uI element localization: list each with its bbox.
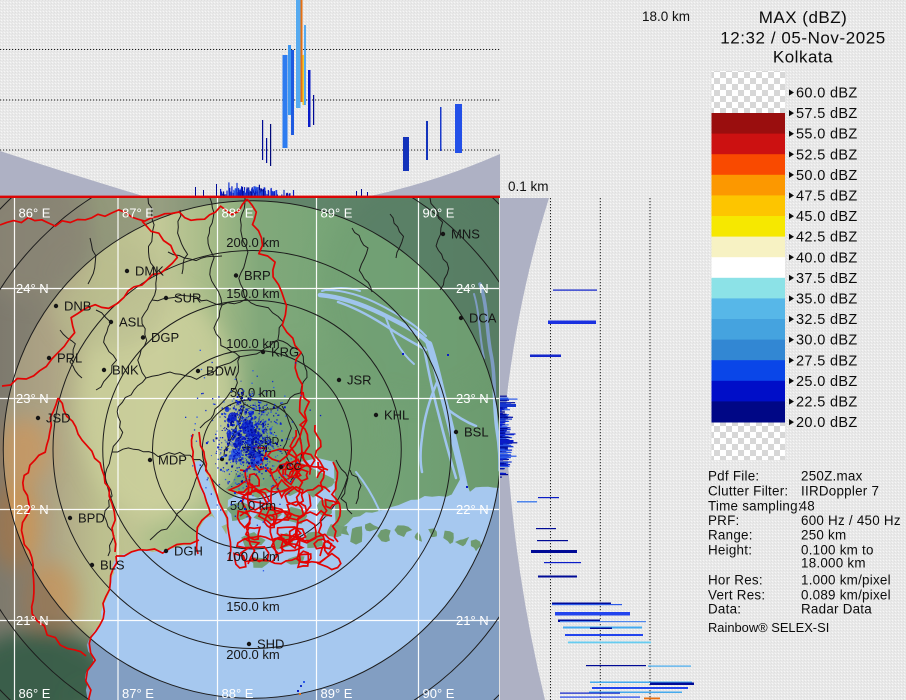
svg-text:MAX (dBZ): MAX (dBZ): [759, 8, 848, 27]
svg-text:JSD: JSD: [46, 411, 71, 426]
svg-text:30.0 dBZ: 30.0 dBZ: [796, 333, 858, 349]
svg-text:21° N: 21° N: [16, 613, 49, 628]
svg-text:Pdf File:: Pdf File:: [708, 468, 759, 483]
svg-text:SUR: SUR: [174, 291, 201, 306]
svg-text:1.000 km/pixel: 1.000 km/pixel: [801, 572, 891, 587]
svg-text:45.0 dBZ: 45.0 dBZ: [796, 209, 858, 225]
svg-text:CC: CC: [286, 461, 302, 473]
svg-text:DGH: DGH: [174, 544, 203, 559]
svg-text:89° E: 89° E: [321, 206, 353, 221]
svg-text:35.0 dBZ: 35.0 dBZ: [796, 292, 858, 308]
svg-text:24° N: 24° N: [456, 281, 489, 296]
svg-text:BPD: BPD: [78, 511, 105, 526]
svg-text:PRL: PRL: [57, 351, 82, 366]
svg-text:47.5 dBZ: 47.5 dBZ: [796, 189, 858, 205]
svg-text:90° E: 90° E: [423, 686, 455, 700]
svg-text:50.0 dBZ: 50.0 dBZ: [796, 168, 858, 184]
svg-text:55.0 dBZ: 55.0 dBZ: [796, 127, 858, 143]
svg-text:200.0 km: 200.0 km: [226, 235, 279, 250]
svg-text:BDW: BDW: [206, 364, 237, 379]
svg-text:DGP: DGP: [151, 330, 179, 345]
svg-text:24° N: 24° N: [16, 281, 49, 296]
svg-text:60.0 dBZ: 60.0 dBZ: [796, 86, 858, 102]
svg-text:Kolkata: Kolkata: [773, 48, 833, 67]
svg-text:22.5 dBZ: 22.5 dBZ: [796, 395, 858, 411]
svg-text:MDP: MDP: [158, 453, 187, 468]
svg-text:88° E: 88° E: [222, 686, 254, 700]
svg-text:BLS: BLS: [100, 558, 125, 573]
svg-text:JSR: JSR: [347, 373, 372, 388]
svg-text:150.0 km: 150.0 km: [226, 286, 279, 301]
svg-text:90° E: 90° E: [423, 206, 455, 221]
svg-text:SHD: SHD: [257, 637, 284, 652]
svg-text:20.0 dBZ: 20.0 dBZ: [796, 415, 858, 431]
svg-text:89° E: 89° E: [321, 686, 353, 700]
svg-text:23° N: 23° N: [16, 391, 49, 406]
svg-text:MNS: MNS: [451, 227, 480, 242]
svg-text:87° E: 87° E: [122, 686, 154, 700]
svg-text:100.0 km: 100.0 km: [226, 549, 279, 564]
svg-text:22° N: 22° N: [16, 502, 49, 517]
svg-text:22° N: 22° N: [456, 502, 489, 517]
svg-text:86° E: 86° E: [19, 206, 51, 221]
svg-text:88° E: 88° E: [222, 206, 254, 221]
svg-text:87° E: 87° E: [122, 206, 154, 221]
svg-text:Time sampling:: Time sampling:: [708, 498, 802, 513]
svg-text:37.5 dBZ: 37.5 dBZ: [796, 271, 858, 287]
svg-text:Height:: Height:: [708, 543, 752, 558]
svg-text:57.5 dBZ: 57.5 dBZ: [796, 106, 858, 122]
svg-text:52.5 dBZ: 52.5 dBZ: [796, 147, 858, 163]
svg-text:Rainbow® SELEX-SI: Rainbow® SELEX-SI: [708, 620, 829, 635]
svg-text:Range:: Range:: [708, 528, 753, 543]
svg-text:0.089 km/pixel: 0.089 km/pixel: [801, 587, 891, 602]
svg-text:DCA: DCA: [469, 311, 497, 326]
svg-text:DNB: DNB: [64, 299, 91, 314]
svg-text:ASL: ASL: [119, 315, 144, 330]
svg-text:23° N: 23° N: [456, 391, 489, 406]
svg-text:600 Hz / 450 Hz: 600 Hz / 450 Hz: [801, 513, 901, 528]
svg-text:DMK: DMK: [135, 264, 164, 279]
svg-text:Hor Res:: Hor Res:: [708, 572, 763, 587]
svg-text:18.0 km: 18.0 km: [642, 9, 690, 24]
svg-text:BRP: BRP: [244, 268, 271, 283]
svg-text:42.5 dBZ: 42.5 dBZ: [796, 230, 858, 246]
svg-text:12:32 / 05-Nov-2025: 12:32 / 05-Nov-2025: [720, 29, 885, 48]
svg-text:Vert Res:: Vert Res:: [708, 587, 765, 602]
svg-text:PRF:: PRF:: [708, 513, 740, 528]
svg-text:40.0 dBZ: 40.0 dBZ: [796, 250, 858, 266]
svg-text:0.1 km: 0.1 km: [508, 179, 549, 194]
svg-text:150.0 km: 150.0 km: [226, 599, 279, 614]
svg-text:48: 48: [800, 498, 815, 513]
svg-text:BNK: BNK: [112, 363, 139, 378]
svg-text:KRG: KRG: [271, 345, 299, 360]
svg-text:32.5 dBZ: 32.5 dBZ: [796, 312, 858, 328]
svg-text:Data:: Data:: [708, 602, 741, 617]
svg-text:86° E: 86° E: [19, 686, 51, 700]
svg-text:18.000 km: 18.000 km: [801, 556, 866, 571]
svg-text:BSL: BSL: [464, 425, 489, 440]
svg-text:27.5 dBZ: 27.5 dBZ: [796, 353, 858, 369]
svg-text:250Z.max: 250Z.max: [801, 468, 863, 483]
svg-text:250 km: 250 km: [801, 528, 846, 543]
svg-text:21° N: 21° N: [456, 613, 489, 628]
svg-text:25.0 dBZ: 25.0 dBZ: [796, 374, 858, 390]
svg-text:IIRDoppler 7: IIRDoppler 7: [801, 483, 879, 498]
svg-text:KHL: KHL: [384, 408, 409, 423]
svg-text:Radar Data: Radar Data: [801, 602, 872, 617]
svg-text:Clutter Filter:: Clutter Filter:: [708, 483, 788, 498]
svg-text:50.0 km: 50.0 km: [230, 498, 276, 513]
